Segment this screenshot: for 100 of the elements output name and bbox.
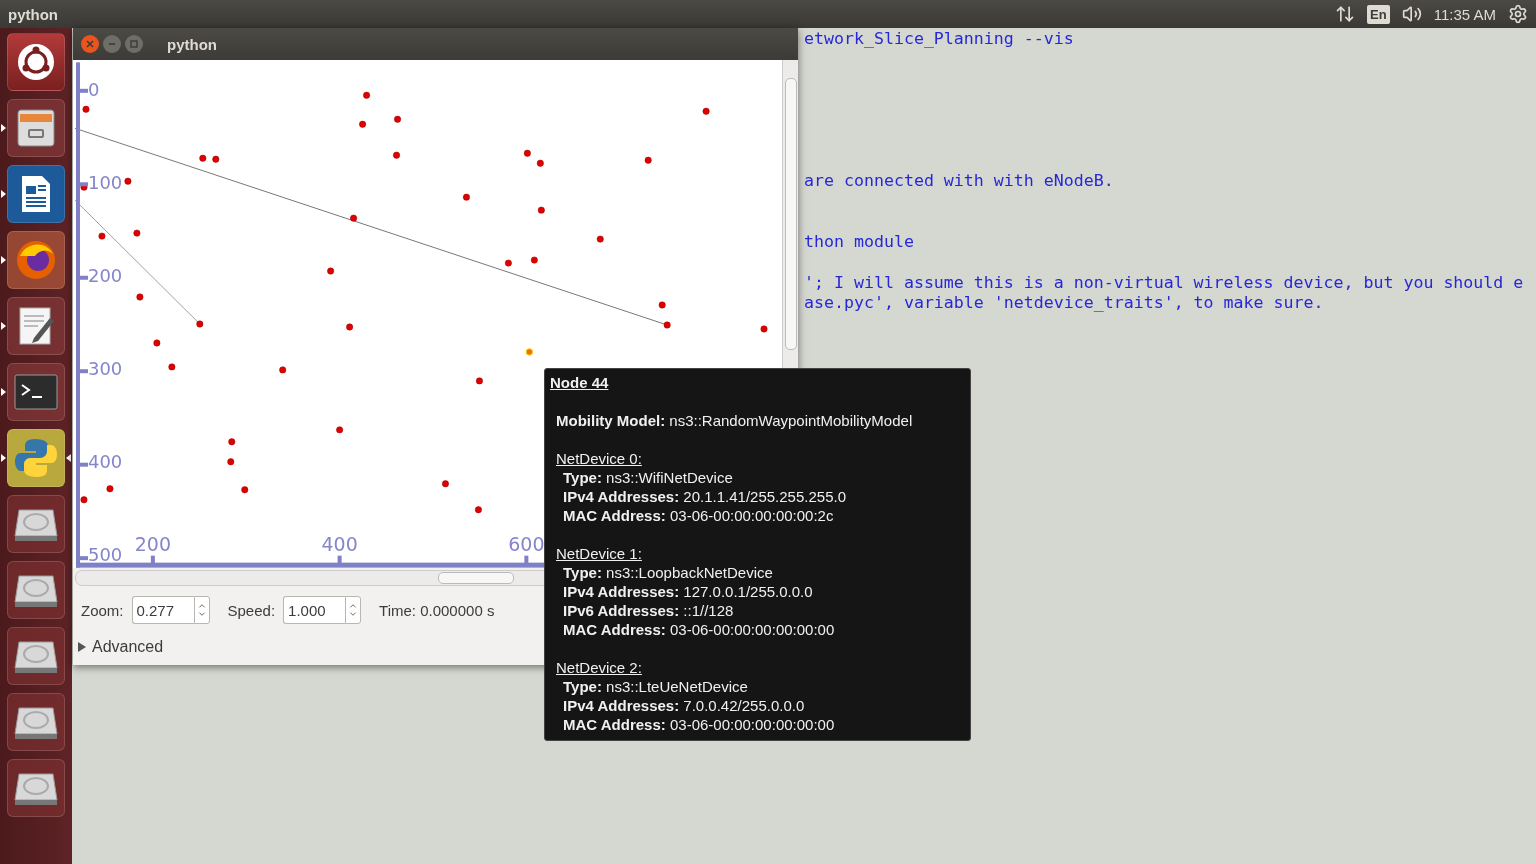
app-title: python: [8, 5, 58, 23]
window-title: python: [167, 35, 217, 53]
device-property-line: Type: ns3::WifiNetDevice: [562, 468, 734, 487]
device-property-line: MAC Address: 03-06-00:00:00:00:00:00: [562, 620, 836, 639]
speed-field[interactable]: 1.000: [283, 596, 346, 624]
device-property-line: MAC Address: 03-06-00:00:00:00:00:2c: [562, 506, 835, 525]
terminal-output-line: etwork_Slice_Planning --vis: [804, 29, 1074, 50]
node-dot[interactable]: [463, 193, 470, 201]
zoom-field[interactable]: 0.277: [131, 596, 194, 624]
device-property-line: IPv4 Addresses: 127.0.0.1/255.0.0.0: [562, 582, 814, 601]
device-property-line: MAC Address: 03-06-00:00:00:00:00:00: [562, 715, 836, 734]
ubuntu-logo-icon: [16, 42, 56, 82]
close-icon: [86, 40, 94, 48]
device-property-line: IPv4 Addresses: 7.0.0.42/255.0.0.0: [562, 696, 806, 715]
node-dot[interactable]: [227, 458, 235, 466]
node-dot[interactable]: [523, 149, 531, 157]
node-dot[interactable]: [80, 496, 88, 504]
node-dot[interactable]: [80, 183, 88, 191]
node-dot[interactable]: [228, 438, 236, 446]
node-dot[interactable]: [196, 320, 204, 328]
launcher-item[interactable]: [7, 693, 65, 751]
net-device-header: NetDevice 0:: [556, 450, 642, 467]
launcher-item[interactable]: [7, 495, 65, 553]
node-dot[interactable]: [644, 156, 652, 164]
node-dot[interactable]: [658, 301, 666, 309]
node-dot[interactable]: [133, 229, 141, 237]
node-dot[interactable]: [760, 325, 768, 333]
node-dot[interactable]: [327, 267, 335, 275]
axis-tick-label: 600: [508, 532, 545, 555]
node-dot[interactable]: [136, 293, 144, 301]
launcher-item[interactable]: [7, 165, 65, 223]
axis-tick-label: 0: [88, 79, 100, 101]
launcher-item[interactable]: [7, 33, 65, 91]
device-property-line: Type: ns3::LoopbackNetDevice: [562, 563, 774, 582]
node-dot[interactable]: [168, 363, 176, 371]
node-dot[interactable]: [98, 232, 106, 240]
node-dot[interactable]: [279, 366, 287, 374]
node-dot[interactable]: [537, 206, 545, 214]
terminal-output-line: are connected with with eNodeB.: [804, 171, 1114, 192]
mobility-model-line: Mobility Model: ns3::RandomWaypointMobilityModel: [555, 411, 914, 430]
node-dot[interactable]: [442, 480, 449, 488]
axis-tick-label: 400: [321, 532, 358, 555]
speed-label: Speed:: [227, 601, 276, 619]
axis-tick-label: 300: [88, 358, 123, 380]
node-dot[interactable]: [106, 485, 114, 493]
launcher-item[interactable]: [7, 99, 65, 157]
volume-icon[interactable]: [1401, 4, 1422, 24]
node-dot[interactable]: [363, 91, 371, 99]
node-dot[interactable]: [475, 506, 482, 514]
launcher-item[interactable]: [7, 561, 65, 619]
net-device-header: NetDevice 2:: [556, 659, 642, 676]
axis-tick-label: 200: [88, 265, 123, 287]
node-title: Node 44: [550, 373, 609, 392]
node-dot[interactable]: [241, 486, 249, 494]
node-dot[interactable]: [530, 256, 538, 264]
scrollbar-thumb[interactable]: [785, 78, 797, 350]
node-dot[interactable]: [394, 115, 401, 123]
node-dot[interactable]: [359, 120, 367, 128]
terminal-output-line: thon module: [804, 232, 914, 253]
launcher-item[interactable]: [7, 297, 65, 355]
minimize-icon: [108, 40, 116, 48]
node-dot[interactable]: [663, 321, 671, 329]
terminal-output-line: ase.pyc', variable 'netdevice_traits', to make sure.: [804, 292, 1324, 314]
zoom-label: Zoom:: [81, 601, 124, 619]
settings-icon[interactable]: [1508, 4, 1528, 24]
clock[interactable]: 11:35 AM: [1433, 5, 1496, 23]
axis-tick-label: 100: [88, 172, 123, 194]
node-dot[interactable]: [124, 177, 132, 185]
node-dot[interactable]: [350, 214, 358, 222]
close-button[interactable]: [81, 35, 99, 53]
node-dot[interactable]: [153, 339, 161, 347]
node-dot[interactable]: [346, 323, 354, 331]
node-dot[interactable]: [199, 154, 207, 162]
launcher-item[interactable]: [7, 231, 65, 289]
node-dot[interactable]: [596, 235, 604, 243]
keyboard-layout-indicator[interactable]: En: [1367, 4, 1390, 24]
node-dot[interactable]: [504, 259, 512, 267]
device-property-line: Type: ns3::LteUeNetDevice: [562, 677, 749, 696]
axis-tick-label: 200: [134, 532, 171, 555]
node-dot[interactable]: [476, 377, 483, 385]
node-dot[interactable]: [393, 151, 400, 159]
simulation-time: Time: 0.000000 s: [379, 601, 495, 619]
launcher-item[interactable]: [7, 627, 65, 685]
maximize-icon: [130, 40, 138, 48]
device-property-line: IPv6 Addresses: ::1//128: [562, 601, 735, 620]
network-arrows-icon[interactable]: [1335, 4, 1356, 24]
node-dot[interactable]: [536, 159, 544, 167]
device-property-line: IPv4 Addresses: 20.1.1.41/255.255.255.0: [562, 487, 847, 506]
expander-triangle-icon: [77, 642, 86, 652]
axis-tick-label: 500: [88, 544, 123, 566]
browser-globe-icon: [14, 238, 58, 282]
scrollbar-thumb[interactable]: [438, 572, 514, 584]
node-dot[interactable]: [336, 426, 344, 434]
file-cabinet-icon: [14, 106, 58, 150]
terminal-icon: [13, 372, 59, 412]
terminal-output-line: '; I will assume this is a non-virtual wireless device, but you should e: [804, 272, 1524, 293]
launcher-item[interactable]: [7, 759, 65, 817]
node-dot[interactable]: [212, 155, 220, 163]
node-dot[interactable]: [82, 105, 90, 113]
node-dot[interactable]: [702, 107, 710, 115]
